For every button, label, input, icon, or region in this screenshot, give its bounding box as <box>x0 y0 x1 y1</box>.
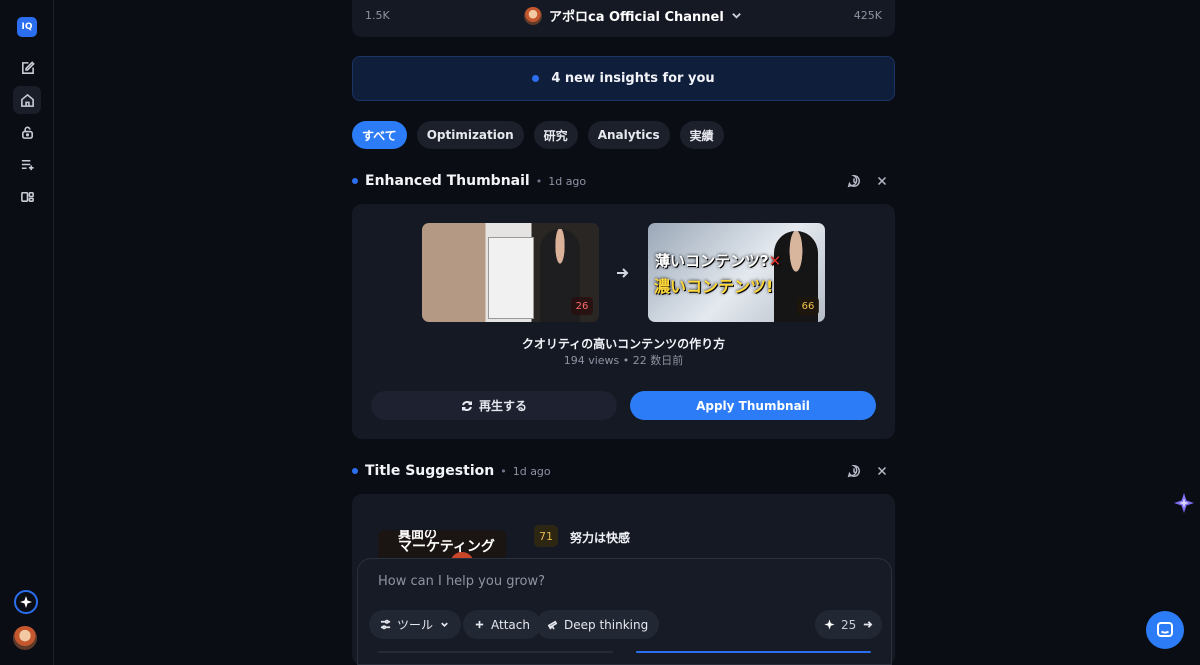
video-meta: 194 views • 22 数日前 <box>563 354 684 367</box>
chat-bubble-icon <box>1157 622 1173 637</box>
thumbnail-insight-header: Enhanced Thumbnail • 1d ago <box>352 169 895 193</box>
vault-button[interactable] <box>13 118 41 146</box>
separator: • <box>535 174 543 188</box>
floating-sparkle-button[interactable] <box>1172 491 1196 515</box>
enhanced-thumbnail: 薄いコンテンツ?✕ 濃いコンテンツ! 66 <box>648 223 825 322</box>
title-score-badge: 71 <box>534 525 558 547</box>
apply-button-edge <box>636 651 871 653</box>
chat-input[interactable]: How can I help you grow? <box>378 574 545 589</box>
insight-time: 1d ago <box>512 464 551 478</box>
attach-label: Attach <box>491 617 530 632</box>
chart-max-label: 425K <box>853 9 882 22</box>
insights-banner-text: 4 new insights for you <box>551 71 715 86</box>
video-title: クオリティの高いコンテンツの作り方 <box>521 337 726 351</box>
edit-icon <box>21 60 35 74</box>
tools-label: ツール <box>397 618 434 632</box>
insight-title: Title Suggestion <box>365 463 495 479</box>
chip-results[interactable]: 実績 <box>679 121 724 149</box>
channel-avatar <box>524 6 542 25</box>
tools-button[interactable]: ツール <box>369 610 462 639</box>
sparkle-icon <box>20 596 32 608</box>
left-rail: IQ <box>0 0 54 665</box>
chart-min-label: 1.5K <box>365 9 390 22</box>
filter-chips: すべて Optimization 研究 Analytics 実績 <box>352 121 724 149</box>
thumbnail-score: 26 <box>571 297 593 315</box>
send-button[interactable]: 25 <box>815 610 883 639</box>
sparkle-icon <box>824 619 835 630</box>
sliders-icon <box>380 619 391 630</box>
close-icon[interactable] <box>875 464 889 478</box>
insights-banner[interactable]: 4 new insights for you <box>352 56 895 101</box>
dashboard-icon <box>20 191 34 202</box>
regenerate-button[interactable]: 再生する <box>371 391 617 420</box>
lock-icon <box>21 126 33 139</box>
insight-time: 1d ago <box>548 174 587 188</box>
arrow-right-icon <box>864 621 873 628</box>
plus-icon <box>475 620 484 629</box>
close-icon[interactable] <box>875 174 889 188</box>
unread-dot <box>352 178 358 184</box>
thumbnail-text-line2: マーケティング <box>398 539 495 555</box>
chat-icon[interactable] <box>847 464 861 478</box>
chip-research[interactable]: 研究 <box>533 121 578 149</box>
playlist-button[interactable] <box>13 150 41 178</box>
user-avatar[interactable] <box>13 626 37 650</box>
telescope-icon <box>547 620 558 630</box>
channel-name: アポロca Official Channel <box>549 10 724 25</box>
dashboard-button[interactable] <box>13 182 41 210</box>
thumbnail-score: 66 <box>797 297 819 315</box>
thumbnail-text-line2: 濃いコンテンツ! <box>654 277 774 296</box>
help-chat-button[interactable] <box>1146 611 1184 649</box>
chat-icon[interactable] <box>847 174 861 188</box>
chat-composer: How can I help you grow? ツール Attach Deep… <box>357 558 892 665</box>
playlist-add-icon <box>21 159 34 170</box>
suggested-title[interactable]: 努力は快感 <box>570 529 630 546</box>
new-post-button[interactable] <box>13 54 41 82</box>
thumbnail-text-line1: 薄いコンテンツ?✕ <box>655 252 782 270</box>
home-icon <box>20 93 34 107</box>
separator: • <box>500 464 507 478</box>
deep-thinking-button[interactable]: Deep thinking <box>536 610 660 639</box>
status-dot <box>532 75 540 82</box>
stats-chart-card: 1.5K アポロca Official Channel 425K <box>352 0 895 37</box>
regenerate-button-edge <box>378 651 613 653</box>
channel-selector[interactable]: アポロca Official Channel <box>524 6 742 25</box>
unread-dot <box>352 468 358 474</box>
chip-analytics[interactable]: Analytics <box>587 121 670 149</box>
credits-count: 25 <box>841 617 857 632</box>
deep-thinking-label: Deep thinking <box>564 617 649 632</box>
original-thumbnail: 26 <box>422 223 599 322</box>
ai-assistant-button[interactable] <box>14 590 38 614</box>
apply-thumbnail-button[interactable]: Apply Thumbnail <box>630 391 876 420</box>
arrow-right-icon <box>615 265 629 279</box>
app-logo[interactable]: IQ <box>17 17 37 37</box>
attach-button[interactable]: Attach <box>463 610 541 639</box>
chip-optimization[interactable]: Optimization <box>416 121 524 149</box>
chevron-down-icon <box>732 13 741 19</box>
home-button[interactable] <box>13 86 41 114</box>
whiteboard <box>488 237 534 319</box>
title-insight-header: Title Suggestion • 1d ago <box>352 459 895 483</box>
regenerate-label: 再生する <box>478 399 527 413</box>
sparkle-icon <box>1174 493 1194 513</box>
thumbnail-insight-card: 26 薄いコンテンツ?✕ 濃いコンテンツ! 66 クオリティの高いコンテンツの作… <box>352 204 895 439</box>
chevron-down-icon <box>441 622 448 628</box>
refresh-icon <box>461 400 472 411</box>
chip-all[interactable]: すべて <box>352 121 407 149</box>
insight-title: Enhanced Thumbnail <box>365 173 530 189</box>
